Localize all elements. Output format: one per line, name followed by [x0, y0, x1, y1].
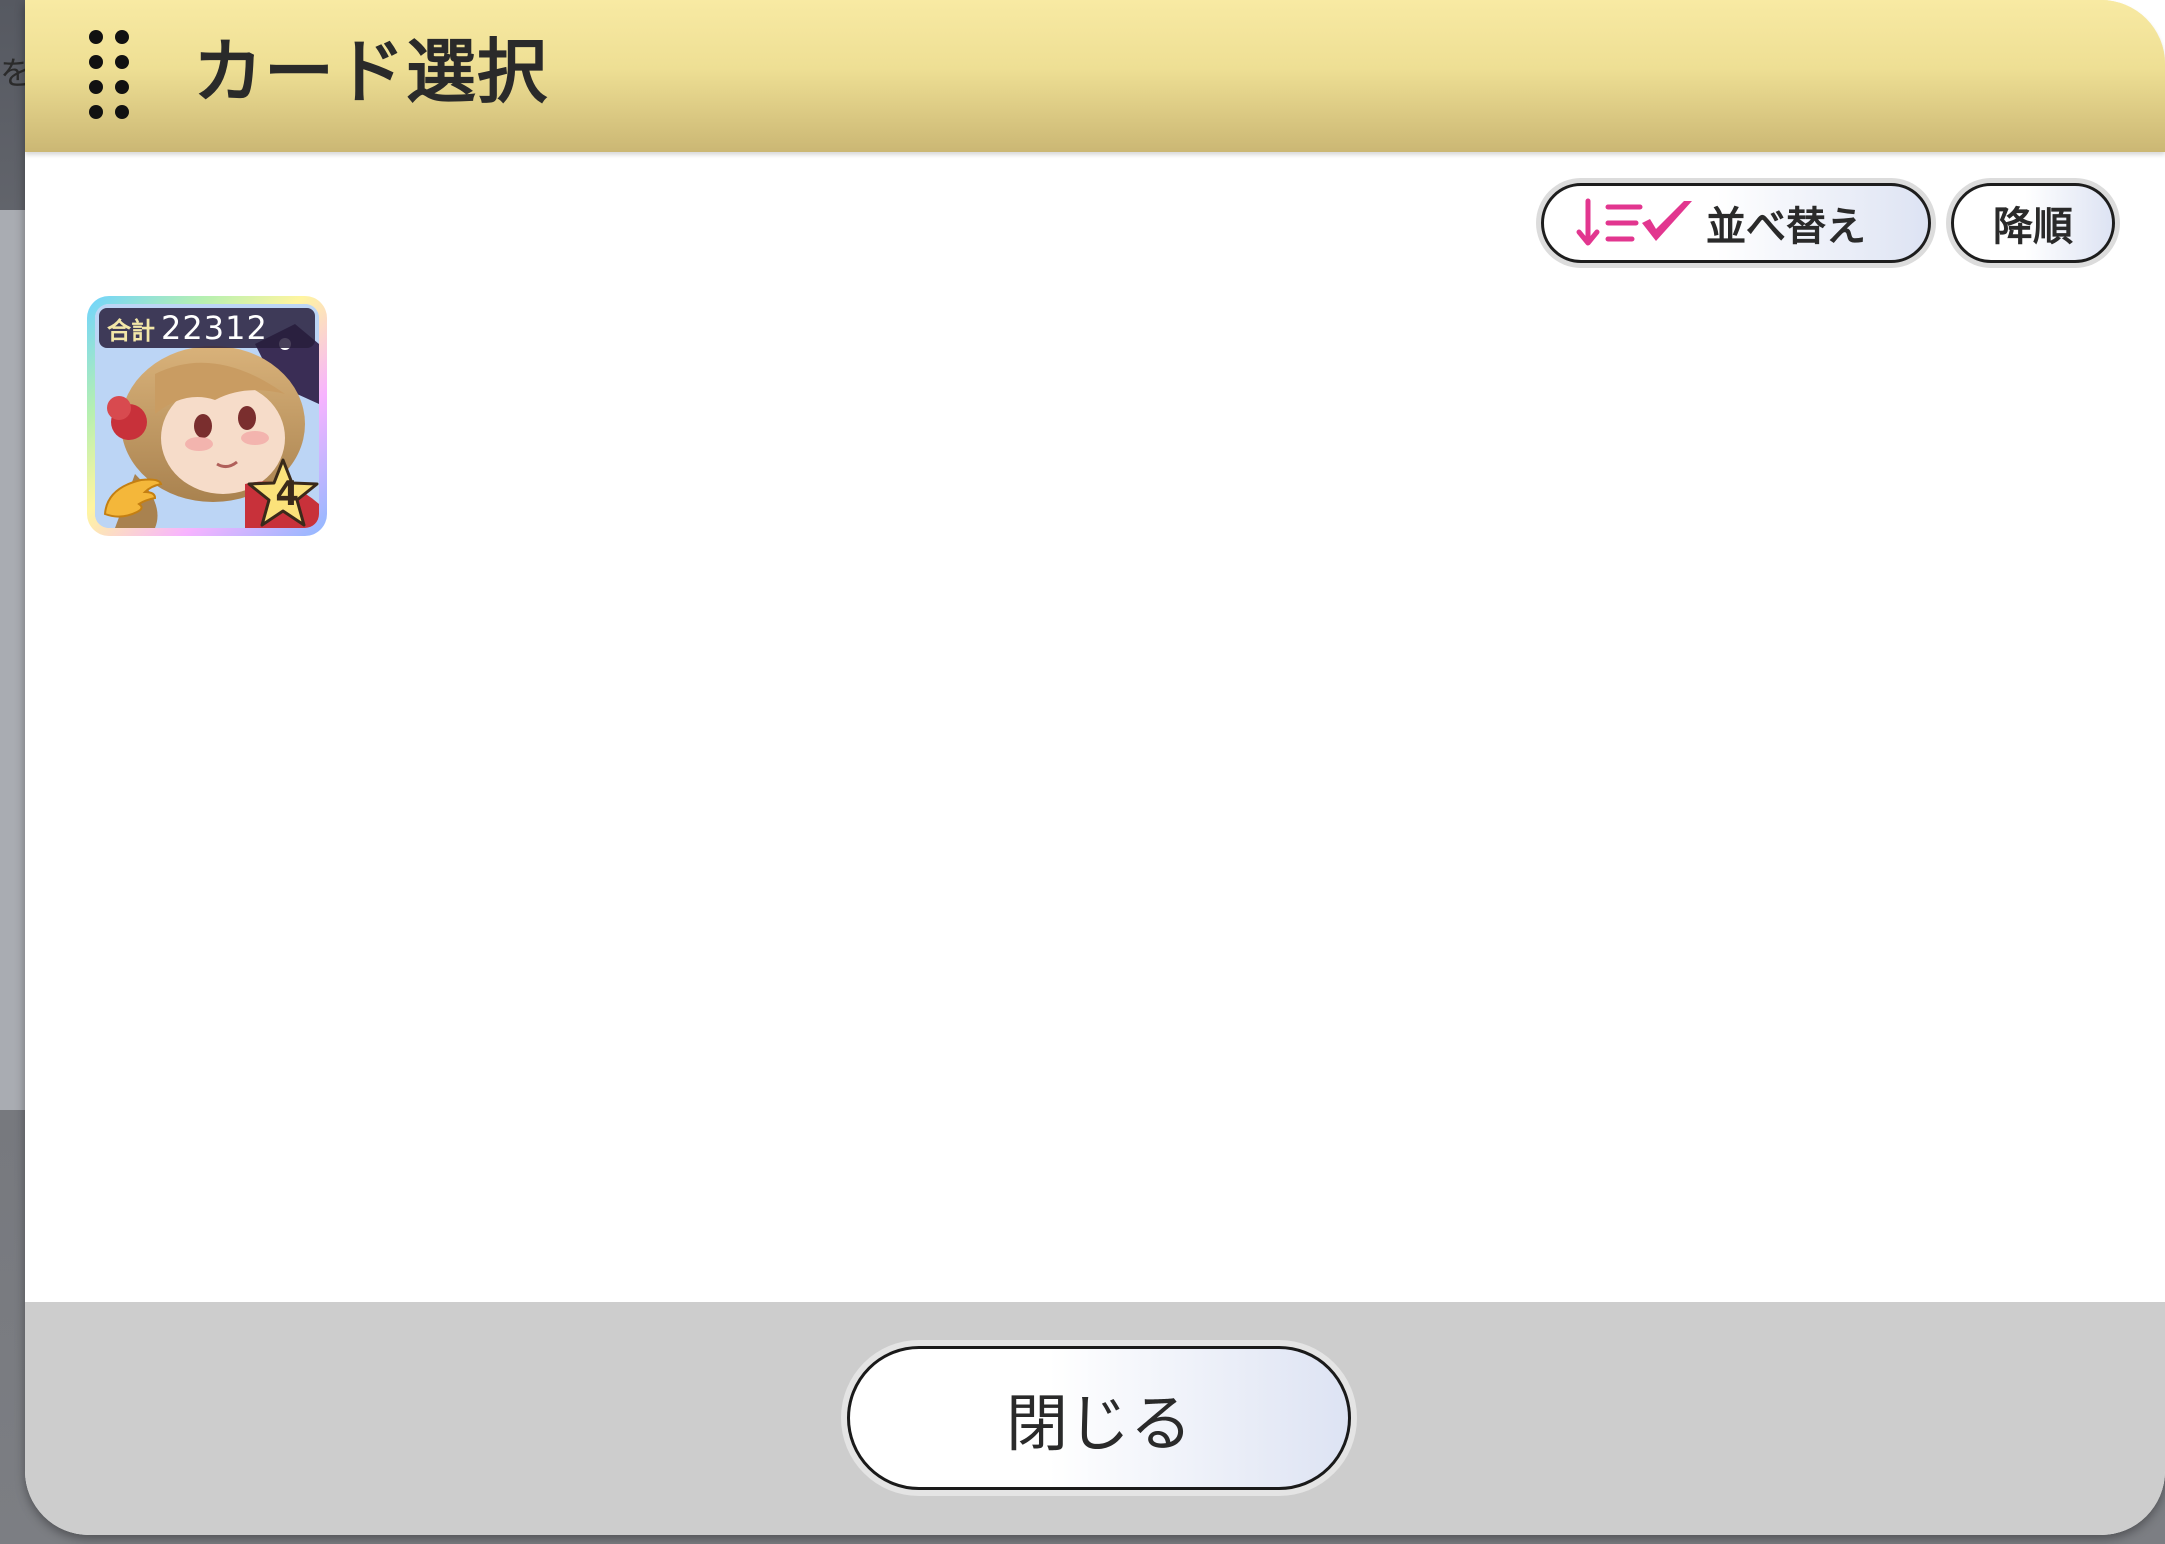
sort-list-check-icon [1576, 198, 1692, 246]
dialog-title: カード選択 [193, 31, 548, 113]
card-total-label: 合計 [107, 316, 155, 345]
card-item[interactable]: 合計 22312 4 [87, 296, 327, 536]
close-button-label: 閉じる [1005, 1387, 1192, 1460]
background-panel [0, 210, 26, 1110]
order-button-label: 降順 [1993, 204, 2073, 250]
drag-handle-icon[interactable] [89, 30, 149, 119]
rank-star-number: 4 [275, 474, 299, 514]
sort-button[interactable]: 並べ替え [1541, 183, 1931, 263]
dialog-header: カード選択 [25, 0, 2165, 152]
order-toggle-button[interactable]: 降順 [1951, 183, 2115, 263]
wing-icon [103, 478, 163, 518]
card-total-score: 合計 22312 [99, 308, 315, 348]
card-select-dialog: カード選択 並べ替え 降順 合計 22312 4 閉じる [25, 0, 2165, 1535]
close-button[interactable]: 閉じる [847, 1346, 1351, 1490]
sort-button-label: 並べ替え [1706, 204, 1866, 250]
card-frame: 合計 22312 4 [95, 304, 319, 528]
dialog-footer: 閉じる [25, 1302, 2165, 1535]
sort-toolbar: 並べ替え 降順 [1541, 183, 2115, 263]
card-total-value: 22312 [161, 309, 268, 347]
